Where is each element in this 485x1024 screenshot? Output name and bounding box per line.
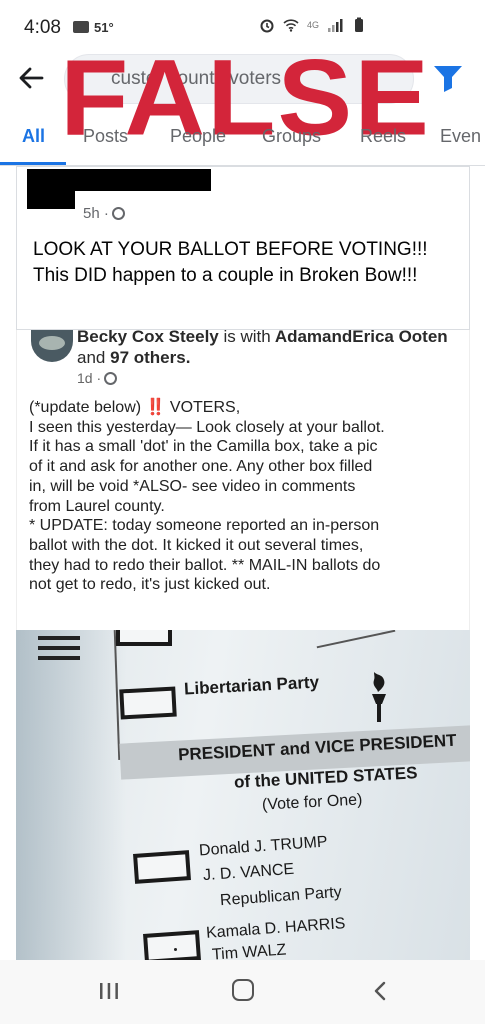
tab-events[interactable]: Even (440, 126, 481, 147)
body-line: not get to redo, it's just kicked out. (29, 576, 271, 594)
body-line: of it and ask for another one. Any other… (29, 458, 373, 476)
status-time: 4:08 (24, 17, 61, 38)
globe-icon (104, 372, 118, 385)
body-line: they had to redo their ballot. ** MAIL-I… (29, 556, 381, 574)
avatar (31, 330, 73, 362)
globe-icon (111, 207, 125, 220)
candidate-name: Tim WALZ (211, 941, 287, 960)
shared-screenshot[interactable]: Becky Cox Steely is with AdamandErica Oo… (16, 330, 470, 630)
network-label: 4G (306, 20, 319, 30)
search-tabs: All Posts People Groups Reels Even (0, 118, 485, 166)
home-icon[interactable] (232, 979, 254, 1001)
active-tab-indicator (0, 162, 66, 165)
post-card[interactable]: 5h · LOOK AT YOUR BALLOT BEFORE VOTING!!… (16, 166, 470, 330)
candidate-name: Kamala D. HARRIS (205, 915, 346, 942)
message-icon (73, 21, 89, 33)
candidate-name: J. D. VANCE (202, 860, 295, 885)
post-text: LOOK AT YOUR BALLOT BEFORE VOTING!!! Thi… (33, 239, 428, 286)
ballot-photo[interactable]: Libertarian Party PRESIDENT and VICE PRE… (16, 630, 470, 960)
body-line: If it has a small 'dot' in the Camilla b… (29, 438, 378, 456)
status-temperature: 51° (94, 20, 114, 35)
status-icons: 4G (259, 17, 367, 33)
shared-body: (*update below) ‼️ VOTERS, I seen this y… (29, 398, 469, 595)
signal-icon (328, 19, 343, 32)
shared-timestamp: 1d · (77, 370, 118, 386)
shared-author: Becky Cox Steely is with AdamandErica Oo… (77, 330, 448, 367)
ballot-oval-trump (133, 850, 191, 884)
search-query: custer county voters (111, 68, 282, 89)
alarm-icon (260, 19, 274, 33)
body-line: in, will be void *ALSO- see video in com… (29, 477, 356, 495)
system-navigation-bar (0, 960, 485, 1024)
redacted-avatar (27, 187, 75, 209)
post-timestamp: 5h · (83, 205, 125, 222)
ballot-oval-libertarian (119, 686, 177, 720)
wifi-icon (283, 19, 299, 32)
status-bar: 4:08 51° 4G (0, 0, 485, 50)
tab-posts[interactable]: Posts (83, 126, 128, 147)
filter-icon[interactable] (431, 62, 465, 94)
search-input[interactable]: custer county voters (64, 54, 414, 104)
tab-reels[interactable]: Reels (360, 126, 406, 147)
back-arrow-icon[interactable] (16, 62, 48, 94)
back-icon[interactable] (372, 980, 388, 1002)
body-line: * UPDATE: today someone reported an in-p… (29, 517, 380, 535)
body-line: ballot with the dot. It kicked it out se… (29, 536, 364, 554)
tab-people[interactable]: People (170, 126, 226, 147)
ballot-oval-harris (143, 930, 201, 960)
ballot-libertarian: Libertarian Party (183, 672, 320, 699)
tab-all[interactable]: All (22, 126, 45, 147)
ballot-instruction: (Vote for One) (261, 791, 363, 814)
ballot-dot (174, 948, 177, 951)
ballot-oval (116, 630, 172, 646)
body-line: I seen this yesterday— Look closely at y… (29, 418, 385, 436)
candidate-party: Republican Party (219, 883, 343, 910)
battery-icon (355, 17, 363, 32)
body-line: from Laurel county. (29, 497, 165, 515)
candidate-name: Donald J. TRUMP (198, 833, 329, 860)
recent-apps-icon[interactable] (98, 981, 120, 1001)
tab-groups[interactable]: Groups (262, 126, 321, 147)
torch-icon (372, 672, 386, 722)
